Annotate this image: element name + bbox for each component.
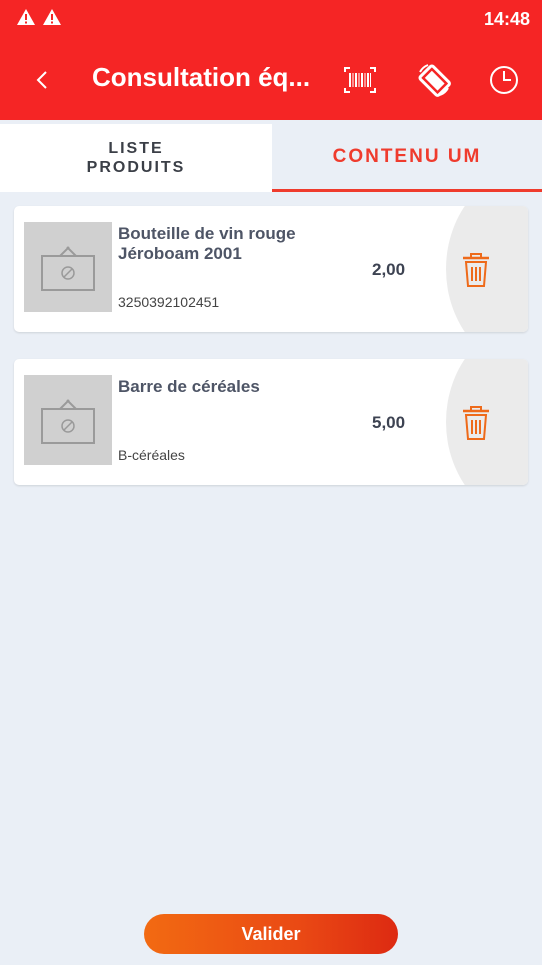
barcode-scan-icon[interactable] xyxy=(340,60,380,100)
product-quantity: 5,00 xyxy=(372,413,406,432)
image-placeholder-icon xyxy=(41,246,95,291)
list-item[interactable]: Barre de céréales B-céréales 5,00 xyxy=(14,359,528,485)
product-code: 3250392102451 xyxy=(118,294,220,310)
screen-rotate-icon[interactable] xyxy=(414,60,454,100)
tab-um-content[interactable]: CONTENU UM xyxy=(272,124,542,192)
tab-bar: LISTE PRODUITS CONTENU UM xyxy=(0,124,542,192)
validate-button[interactable]: Valider xyxy=(144,914,398,954)
tab-product-list[interactable]: LISTE PRODUITS xyxy=(0,124,272,192)
product-name: Barre de céréales xyxy=(118,377,260,396)
warning-icon xyxy=(17,9,35,25)
back-chevron-icon[interactable] xyxy=(28,62,56,98)
product-name: Bouteille de vin rouge Jéroboam 2001 xyxy=(118,224,296,263)
app-bar: Consultation éq... xyxy=(0,40,542,120)
product-quantity: 2,00 xyxy=(372,260,406,279)
trash-icon[interactable] xyxy=(460,405,492,441)
trash-icon[interactable] xyxy=(460,252,492,288)
product-image-placeholder xyxy=(24,222,112,312)
image-placeholder-icon xyxy=(41,399,95,444)
product-code: B-céréales xyxy=(118,447,185,463)
status-bar: 14:48 xyxy=(0,0,542,40)
warning-icon xyxy=(43,9,61,25)
page-title: Consultation éq... xyxy=(92,62,311,92)
status-time: 14:48 xyxy=(483,9,530,29)
product-image-placeholder xyxy=(24,375,112,465)
clock-history-icon[interactable] xyxy=(484,60,524,100)
list-item[interactable]: Bouteille de vin rouge Jéroboam 2001 325… xyxy=(14,206,528,332)
